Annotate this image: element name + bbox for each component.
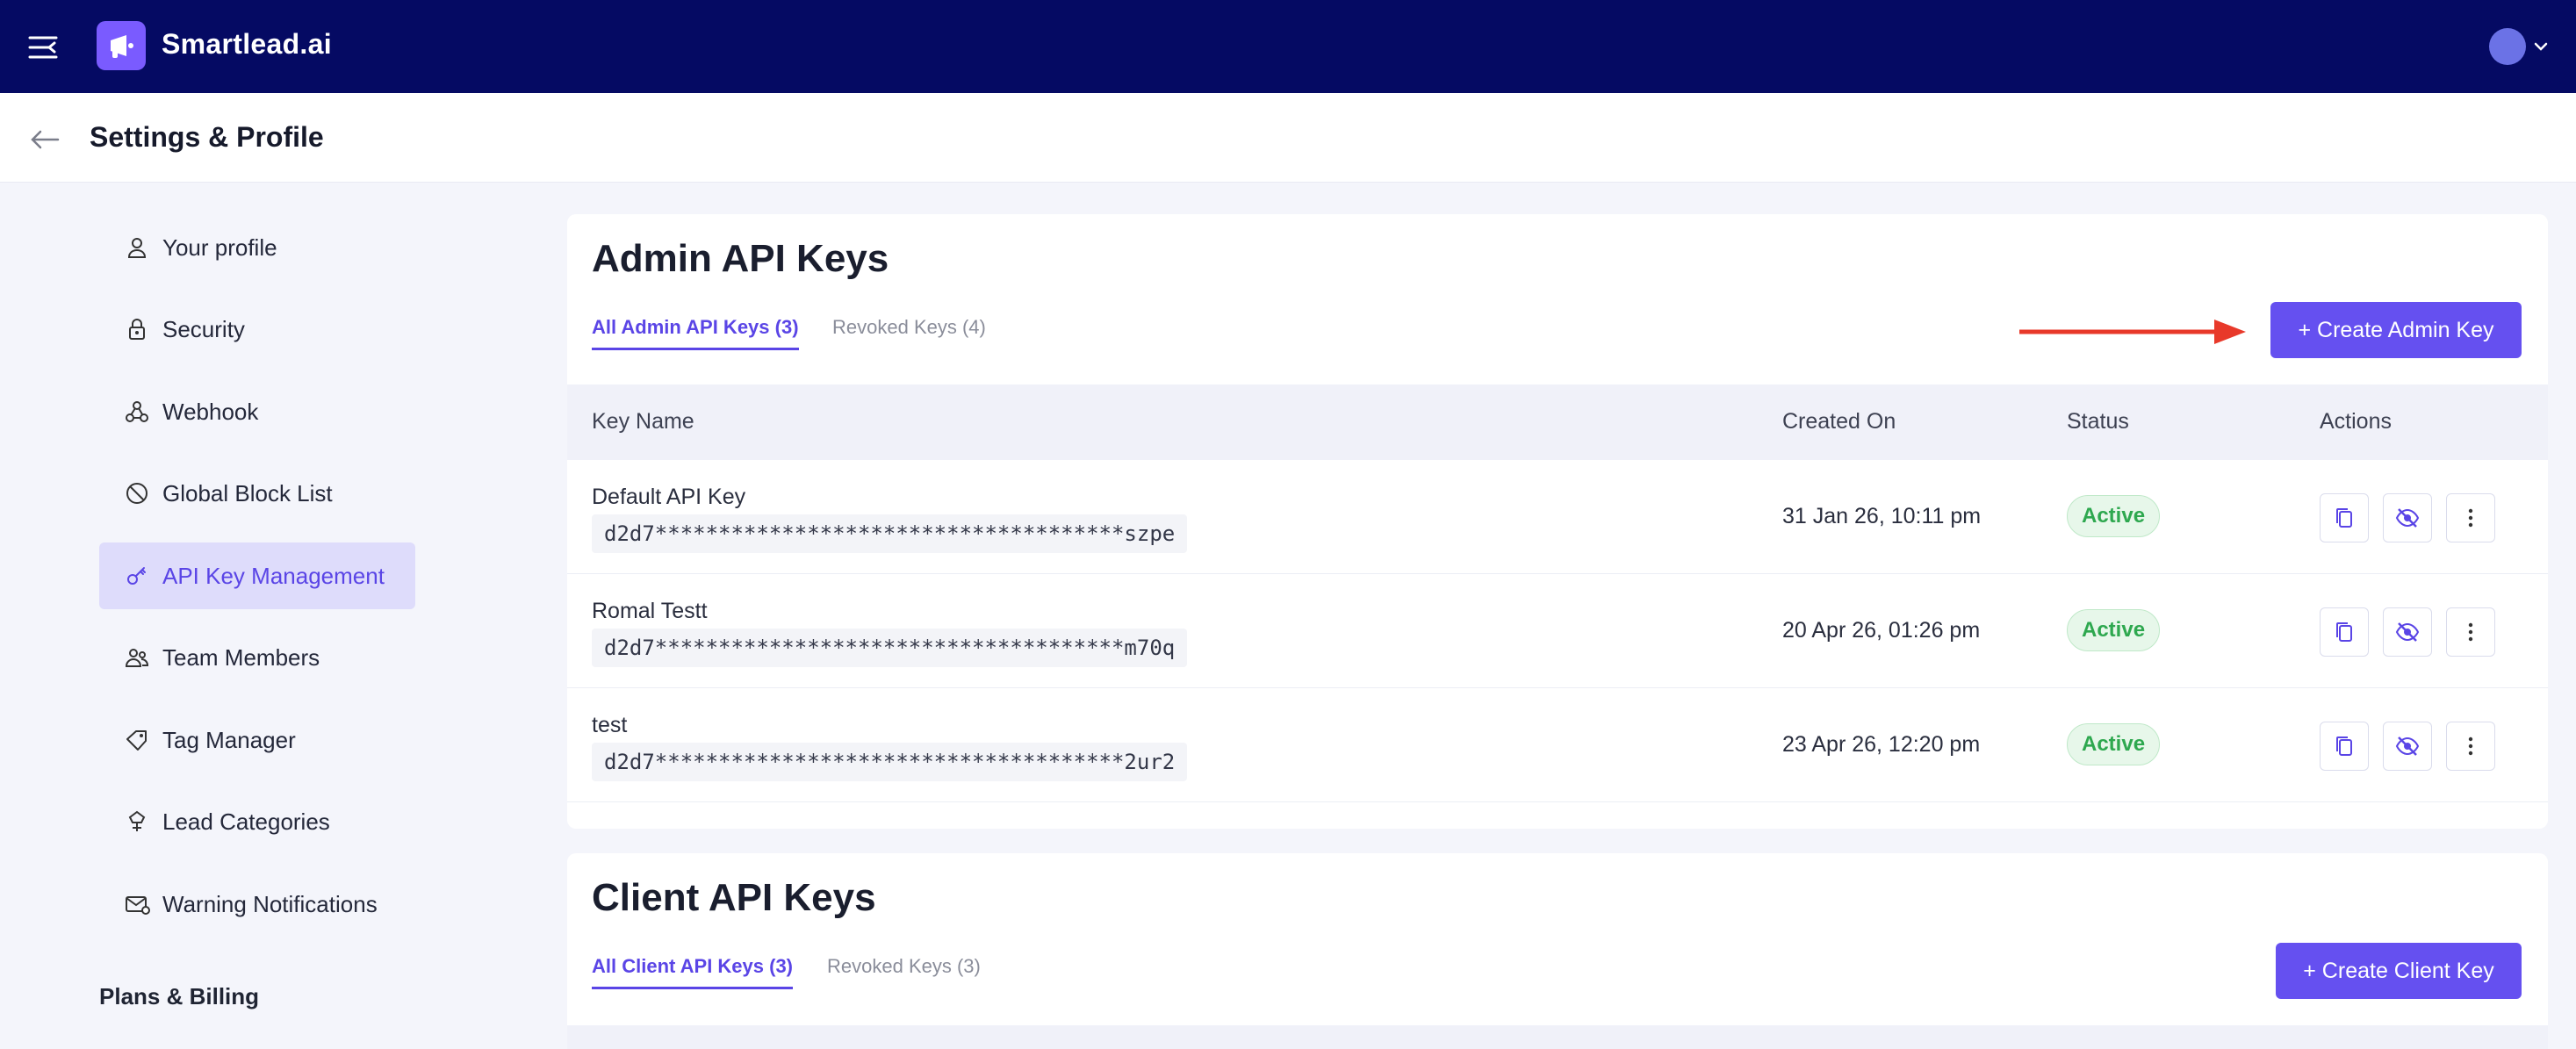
key-value: d2d7************************************… [592,629,1188,667]
sidebar-item-security[interactable]: Security [99,296,415,363]
block-icon [126,483,148,504]
lead-icon [128,810,146,831]
column-header: Created On [1782,409,1896,434]
status-badge: Active [2067,495,2161,537]
sidebar-item-api-key-management[interactable]: API Key Management [99,542,415,609]
mail-warning-icon [126,896,150,915]
menu-icon[interactable] [26,30,61,65]
key-name: Default API Key [592,485,746,509]
sidebar-item-label: Tag Manager [162,726,296,753]
sidebar-item-lead-categories[interactable]: Lead Categories [99,788,415,855]
logo[interactable] [97,21,146,70]
key-icon [127,567,146,585]
sidebar-item-label: Webhook [162,398,259,425]
sidebar-section-plans-billing[interactable]: Plans & Billing [99,983,259,1010]
created-on: 31 Jan 26, 10:11 pm [1782,504,1982,528]
sidebar-item-label: Warning Notifications [162,890,378,917]
more-vertical-icon [2468,622,2473,642]
created-on: 23 Apr 26, 12:20 pm [1782,732,1981,757]
top-navbar: Smartlead.ai [0,0,2576,93]
page-title: Settings & Profile [90,121,324,153]
sidebar-item-tag-manager[interactable]: Tag Manager [99,707,415,773]
sidebar-item-label: Your profile [162,234,277,261]
annotation-arrow-icon [2019,320,2246,344]
column-header: Status [2067,409,2129,434]
sidebar-item-label: Team Members [162,643,320,671]
key-value: d2d7************************************… [592,514,1188,553]
copy-button[interactable] [2320,607,2369,657]
sidebar-item-label: Global Block List [162,479,333,507]
created-on: 20 Apr 26, 01:26 pm [1782,618,1981,643]
tab-all-client-keys[interactable]: All Client API Keys (3) [592,955,794,989]
avatar[interactable] [2489,28,2526,65]
client-api-keys-card: Client API Keys All Client API Keys (3) … [567,853,2548,1049]
sidebar-item-your-profile[interactable]: Your profile [99,214,415,281]
toggle-visibility-button[interactable] [2383,607,2432,657]
toggle-visibility-button[interactable] [2383,722,2432,771]
copy-icon [2336,736,2352,756]
settings-sidebar: Your profile Security Webhook Global Blo… [0,183,527,1049]
eye-off-icon [2395,622,2420,642]
more-options-button[interactable] [2446,722,2495,771]
tab-all-admin-keys[interactable]: All Admin API Keys (3) [592,316,799,350]
webhook-icon [126,401,148,422]
team-icon [125,649,149,667]
key-value: d2d7************************************… [592,743,1188,781]
more-vertical-icon [2468,736,2473,756]
sidebar-item-webhook[interactable]: Webhook [99,378,415,445]
tab-revoked-client-keys[interactable]: Revoked Keys (3) [827,955,981,987]
sidebar-item-label: API Key Management [162,562,385,589]
status-badge: Active [2067,723,2161,765]
sidebar-item-team-members[interactable]: Team Members [99,624,415,691]
card-title: Admin API Keys [592,237,889,280]
more-options-button[interactable] [2446,493,2495,542]
sidebar-item-label: Security [162,315,245,342]
sidebar-item-global-block-list[interactable]: Global Block List [99,460,415,527]
create-client-key-button[interactable]: + Create Client Key [2276,943,2522,999]
more-options-button[interactable] [2446,607,2495,657]
back-arrow-icon[interactable] [28,123,61,156]
user-icon [127,238,147,258]
tag-icon [126,730,147,751]
column-header: Key Name [592,409,694,434]
logo-icon [111,35,133,58]
chevron-down-icon[interactable] [2531,37,2551,56]
table-row: Default API Key d2d7********************… [567,460,2548,574]
page-header [0,93,2576,183]
brand-name: Smartlead.ai [162,28,332,60]
table-row: test d2d7*******************************… [567,688,2548,802]
more-vertical-icon [2468,508,2473,528]
create-admin-key-button[interactable]: + Create Admin Key [2270,302,2522,358]
card-title: Client API Keys [592,876,876,919]
toggle-visibility-button[interactable] [2383,493,2432,542]
eye-off-icon [2395,736,2420,756]
copy-button[interactable] [2320,722,2369,771]
admin-api-keys-card: Admin API Keys All Admin API Keys (3) Re… [567,214,2548,829]
status-badge: Active [2067,609,2161,651]
eye-off-icon [2395,508,2420,528]
copy-button[interactable] [2320,493,2369,542]
copy-icon [2336,622,2352,642]
sidebar-item-label: Lead Categories [162,808,330,835]
table-header: Key Name Created On Status Actions [567,384,2548,460]
lock-icon [129,319,145,340]
key-name: Romal Testt [592,599,708,623]
table-row: Romal Testt d2d7************************… [567,574,2548,688]
column-header: Actions [2320,409,2392,434]
copy-icon [2336,508,2352,528]
table-header [567,1025,2548,1049]
sidebar-item-warning-notifications[interactable]: Warning Notifications [99,871,415,938]
key-name: test [592,713,628,737]
tab-revoked-admin-keys[interactable]: Revoked Keys (4) [832,316,986,348]
